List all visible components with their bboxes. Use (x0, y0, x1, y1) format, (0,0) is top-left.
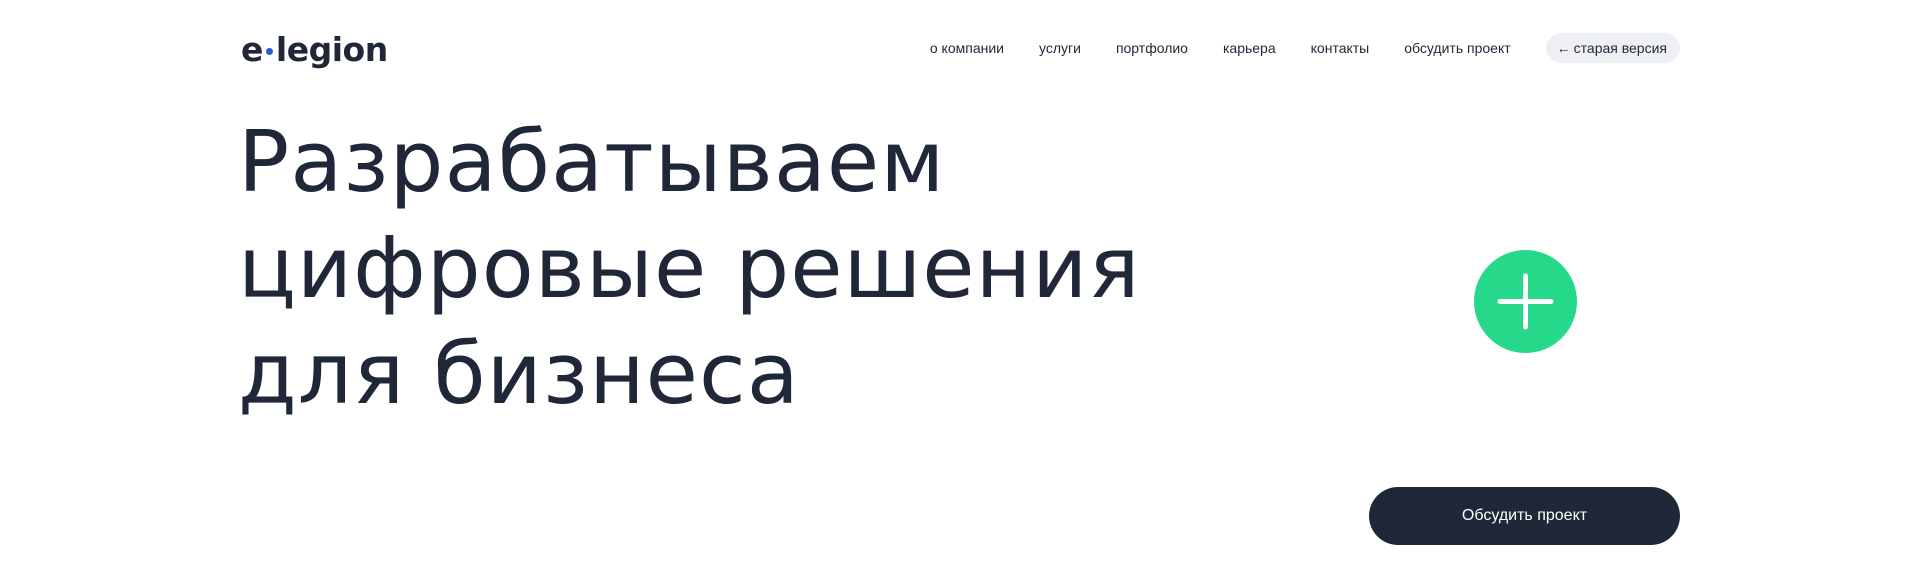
hero-title-line-2: цифровые решения (238, 219, 1141, 318)
arrow-left-icon: ← (1556, 40, 1571, 56)
nav-item-portfolio[interactable]: портфолио (1116, 40, 1188, 56)
nav-item-career[interactable]: карьера (1223, 40, 1276, 56)
main-nav: о компании услуги портфолио карьера конт… (930, 32, 1680, 64)
nav-item-contacts[interactable]: контакты (1311, 40, 1370, 56)
site-header: e legion о компании услуги портфолио кар… (241, 28, 1680, 70)
old-version-label: старая версия (1573, 40, 1667, 56)
hero-title: Разрабатываем цифровые решения для бизне… (238, 110, 1141, 428)
logo-dot (265, 47, 273, 55)
old-version-button[interactable]: ← старая версия (1545, 33, 1680, 63)
logo-text-right: legion (275, 30, 388, 69)
nav-item-services[interactable]: услуги (1039, 40, 1081, 56)
nav-item-about[interactable]: о компании (930, 40, 1004, 56)
logo-text-left: e (241, 30, 263, 69)
plus-icon (1474, 250, 1577, 353)
hero-title-line-3: для бизнеса (238, 325, 800, 424)
plus-button[interactable] (1474, 250, 1577, 353)
discuss-project-button[interactable]: Обсудить проект (1369, 487, 1680, 545)
hero-title-line-1: Разрабатываем (238, 113, 946, 212)
nav-item-discuss-project[interactable]: обсудить проект (1404, 40, 1510, 56)
logo[interactable]: e legion (241, 30, 388, 70)
